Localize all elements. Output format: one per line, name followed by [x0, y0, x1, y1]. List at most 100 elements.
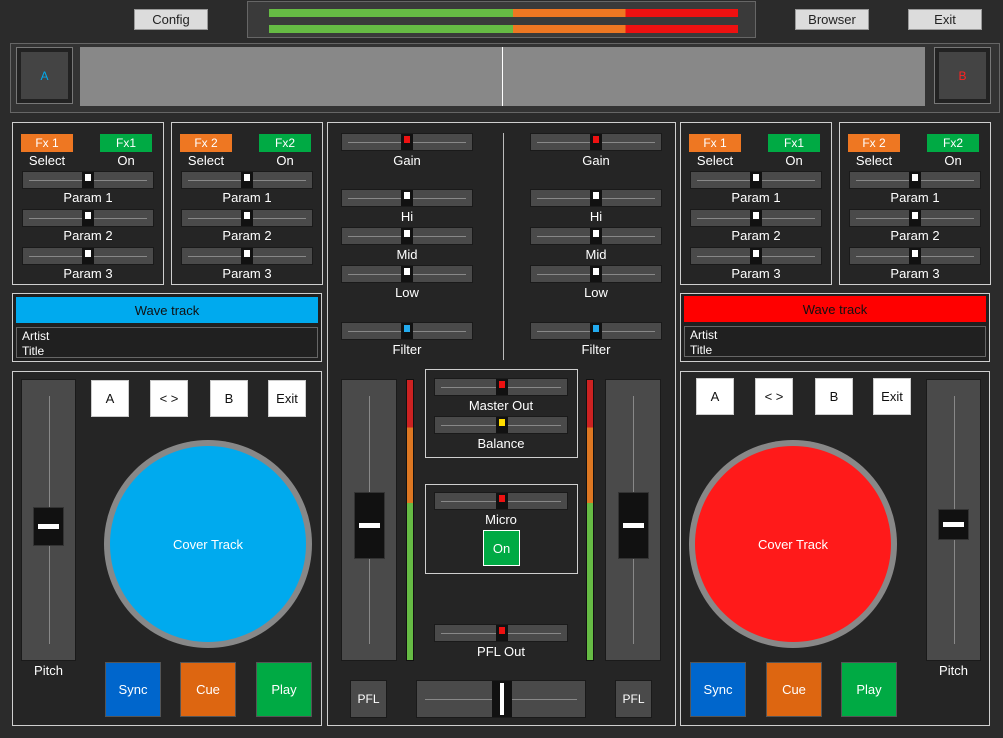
pitch-slider-left[interactable]: [21, 379, 76, 661]
fx-param-slider-3[interactable]: [181, 247, 313, 265]
cue-button-right[interactable]: Cue: [766, 662, 822, 717]
eq-gain-slider-left-knob[interactable]: [401, 134, 413, 150]
wave-track-right[interactable]: Wave track: [684, 296, 986, 322]
fx-param-slider-2[interactable]: [690, 209, 822, 227]
eq-low-slider-right-knob[interactable]: [590, 266, 602, 282]
sync-button-right[interactable]: Sync: [690, 662, 746, 717]
pfl-button-left[interactable]: PFL: [350, 680, 387, 718]
fx-select-button-right-1[interactable]: Fx 1: [689, 134, 741, 152]
pitch-knob-right[interactable]: [938, 509, 969, 540]
deck-left-swap-button[interactable]: < >: [150, 380, 188, 417]
balance-slider[interactable]: [434, 416, 568, 434]
config-button[interactable]: Config: [134, 9, 208, 30]
fx-on-button-right-1[interactable]: Fx1: [768, 134, 820, 152]
fx-select-button-left-2[interactable]: Fx 2: [180, 134, 232, 152]
fx-on-button-left-2[interactable]: Fx2: [259, 134, 311, 152]
fx-param-slider-2-knob[interactable]: [909, 210, 921, 226]
fx-param-slider-1-knob[interactable]: [750, 172, 762, 188]
fx-param-slider-3[interactable]: [22, 247, 154, 265]
deck-right-swap-button[interactable]: < >: [755, 378, 793, 415]
balance-slider-knob[interactable]: [496, 417, 508, 433]
pitch-slider-right[interactable]: [926, 379, 981, 661]
eq-filter-label-right: Filter: [581, 342, 611, 357]
eq-filter-slider-right-knob[interactable]: [590, 323, 602, 339]
channel-fader-left[interactable]: [341, 379, 397, 661]
crossfader[interactable]: [416, 680, 586, 718]
fx-param-slider-1-knob[interactable]: [82, 172, 94, 188]
play-button-left[interactable]: Play: [256, 662, 312, 717]
eq-gain-slider-right[interactable]: [530, 133, 662, 151]
channel-fader-right[interactable]: [605, 379, 661, 661]
fx-select-button-right-2[interactable]: Fx 2: [848, 134, 900, 152]
deck-a-indicator[interactable]: A: [16, 47, 73, 104]
fx-param-slider-2-knob[interactable]: [750, 210, 762, 226]
platter-left[interactable]: Cover Track: [104, 440, 312, 648]
deck-left-a-button[interactable]: A: [91, 380, 129, 417]
fx-param-slider-2-knob[interactable]: [241, 210, 253, 226]
sync-button-left[interactable]: Sync: [105, 662, 161, 717]
play-button-right[interactable]: Play: [841, 662, 897, 717]
fx-on-button-right-2[interactable]: Fx2: [927, 134, 979, 152]
fx-param-slider-1-knob[interactable]: [909, 172, 921, 188]
eq-mid-slider-right[interactable]: [530, 227, 662, 245]
eq-hi-slider-right[interactable]: [530, 189, 662, 207]
deck-right-a-button[interactable]: A: [696, 378, 734, 415]
eq-mid-slider-right-knob[interactable]: [590, 228, 602, 244]
fx-param-slider-1[interactable]: [690, 171, 822, 189]
deck-right-b-button[interactable]: B: [815, 378, 853, 415]
fx-param-slider-3-knob[interactable]: [241, 248, 253, 264]
wave-track-left[interactable]: Wave track: [16, 297, 318, 323]
fx-param-slider-1[interactable]: [849, 171, 981, 189]
waveform-display[interactable]: [80, 47, 925, 106]
fx-select-button-left-1[interactable]: Fx 1: [21, 134, 73, 152]
browser-button[interactable]: Browser: [795, 9, 869, 30]
eq-gain-slider-left[interactable]: [341, 133, 473, 151]
eq-hi-slider-left-knob[interactable]: [401, 190, 413, 206]
channel-fader-knob-right[interactable]: [618, 492, 649, 559]
master-out-slider-knob[interactable]: [496, 379, 508, 395]
fx-param-slider-1[interactable]: [181, 171, 313, 189]
fx-param-slider-2[interactable]: [181, 209, 313, 227]
fx-param-slider-3[interactable]: [690, 247, 822, 265]
deck-left-exit-button[interactable]: Exit: [268, 380, 306, 417]
micro-on-button[interactable]: On: [483, 530, 520, 566]
eq-hi-slider-left[interactable]: [341, 189, 473, 207]
eq-low-slider-left-knob[interactable]: [401, 266, 413, 282]
eq-filter-slider-left[interactable]: [341, 322, 473, 340]
micro-slider-knob[interactable]: [496, 493, 508, 509]
fx-param-slider-1[interactable]: [22, 171, 154, 189]
deck-b-indicator[interactable]: B: [934, 47, 991, 104]
fx-param-slider-3[interactable]: [849, 247, 981, 265]
pitch-knob-left[interactable]: [33, 507, 64, 546]
eq-low-slider-left[interactable]: [341, 265, 473, 283]
pfl-out-slider[interactable]: [434, 624, 568, 642]
cover-track-right[interactable]: Cover Track: [695, 446, 891, 642]
eq-hi-slider-right-knob[interactable]: [590, 190, 602, 206]
platter-right[interactable]: Cover Track: [689, 440, 897, 648]
micro-slider[interactable]: [434, 492, 568, 510]
cue-button-left[interactable]: Cue: [180, 662, 236, 717]
channel-fader-knob-left[interactable]: [354, 492, 385, 559]
crossfader-knob[interactable]: [492, 681, 512, 717]
fx-param-slider-3-knob[interactable]: [750, 248, 762, 264]
deck-left-b-button[interactable]: B: [210, 380, 248, 417]
pfl-out-slider-knob[interactable]: [496, 625, 508, 641]
fx-param-slider-1-knob[interactable]: [241, 172, 253, 188]
eq-low-slider-right[interactable]: [530, 265, 662, 283]
eq-mid-slider-left-knob[interactable]: [401, 228, 413, 244]
pfl-button-right[interactable]: PFL: [615, 680, 652, 718]
eq-gain-slider-right-knob[interactable]: [590, 134, 602, 150]
eq-filter-slider-right[interactable]: [530, 322, 662, 340]
cover-track-left[interactable]: Cover Track: [110, 446, 306, 642]
fx-param-slider-3-knob[interactable]: [82, 248, 94, 264]
fx-param-slider-2-knob[interactable]: [82, 210, 94, 226]
eq-mid-slider-left[interactable]: [341, 227, 473, 245]
master-out-slider[interactable]: [434, 378, 568, 396]
fx-param-slider-3-knob[interactable]: [909, 248, 921, 264]
fx-param-slider-2[interactable]: [849, 209, 981, 227]
exit-button[interactable]: Exit: [908, 9, 982, 30]
fx-param-slider-2[interactable]: [22, 209, 154, 227]
deck-right-exit-button[interactable]: Exit: [873, 378, 911, 415]
fx-on-button-left-1[interactable]: Fx1: [100, 134, 152, 152]
eq-filter-slider-left-knob[interactable]: [401, 323, 413, 339]
